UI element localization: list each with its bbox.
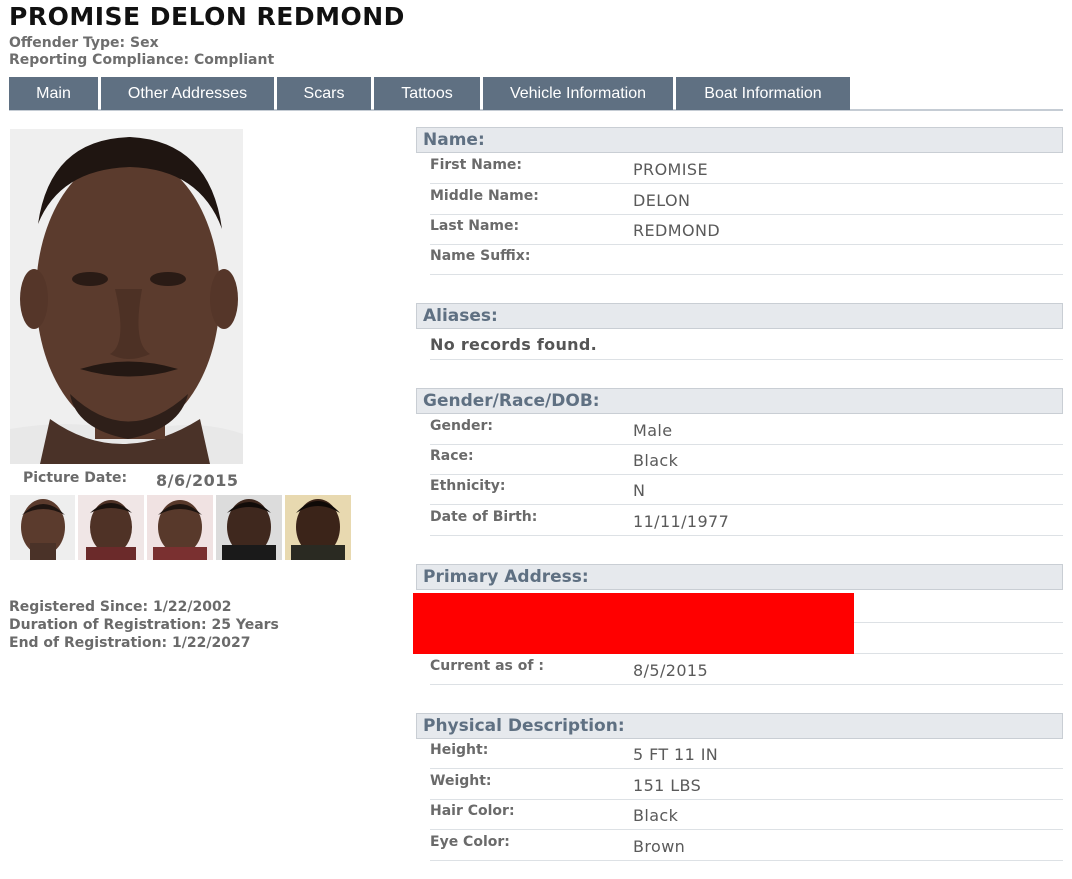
section-title: Primary Address:: [423, 567, 589, 587]
field-value: Black: [633, 806, 679, 825]
field-label: Gender:: [430, 418, 493, 434]
section-aliases-header: Aliases:: [416, 303, 1063, 329]
field-label: Last Name:: [430, 218, 520, 234]
field-value: Male: [633, 421, 673, 440]
tab-bar: Main Other Addresses Scars Tattoos Vehic…: [9, 77, 1063, 111]
section-title: Physical Description:: [423, 716, 625, 736]
registration-duration: Duration of Registration: 25 Years: [9, 617, 279, 633]
field-middle-name: Middle Name: DELON: [430, 185, 1063, 215]
registered-since: Registered Since: 1/22/2002: [9, 599, 232, 615]
photo-thumbnail[interactable]: [216, 495, 282, 560]
section-title: Aliases:: [423, 306, 498, 326]
field-value: PROMISE: [633, 160, 708, 179]
registration-end: End of Registration: 1/22/2027: [9, 635, 251, 651]
field-ethnicity: Ethnicity: N: [430, 475, 1063, 505]
field-height: Height: 5 FT 11 IN: [430, 739, 1063, 769]
field-label: Eye Color:: [430, 834, 510, 850]
field-weight: Weight: 151 LBS: [430, 770, 1063, 800]
photo-thumbnail[interactable]: [78, 495, 144, 560]
field-value: REDMOND: [633, 221, 721, 240]
tab-main[interactable]: Main: [9, 77, 98, 110]
section-name-header: Name:: [416, 127, 1063, 153]
offender-name: PROMISE DELON REDMOND: [9, 2, 405, 31]
offender-photo: [10, 129, 243, 464]
field-value: 151 LBS: [633, 776, 702, 795]
field-label: Current as of :: [430, 658, 544, 674]
field-label: Date of Birth:: [430, 509, 538, 525]
field-label: Race:: [430, 448, 474, 464]
field-label: Ethnicity:: [430, 478, 506, 494]
offender-type: Offender Type: Sex: [9, 35, 159, 51]
field-label: First Name:: [430, 157, 523, 173]
field-name-suffix: Name Suffix:: [430, 245, 1063, 275]
field-gender: Gender: Male: [430, 415, 1063, 445]
no-records-message: No records found.: [430, 335, 597, 354]
field-hair-color: Hair Color: Black: [430, 800, 1063, 830]
aliases-row: No records found.: [430, 330, 1063, 360]
field-value: Black: [633, 451, 679, 470]
section-title: Gender/Race/DOB:: [423, 391, 600, 411]
field-label: Hair Color:: [430, 803, 515, 819]
tab-boat-information[interactable]: Boat Information: [676, 77, 850, 110]
reporting-compliance: Reporting Compliance: Compliant: [9, 52, 275, 68]
photo-thumbnail[interactable]: [147, 495, 213, 560]
picture-date: 8/6/2015: [156, 471, 239, 490]
field-value: Brown: [633, 837, 686, 856]
field-first-name: First Name: PROMISE: [430, 154, 1063, 184]
section-address-header: Primary Address:: [416, 564, 1063, 590]
picture-date-label: Picture Date:: [23, 470, 128, 486]
field-label: Name Suffix:: [430, 248, 531, 264]
field-label: Weight:: [430, 773, 492, 789]
photo-thumbnail[interactable]: [285, 495, 351, 560]
field-eye-color: Eye Color: Brown: [430, 831, 1063, 861]
field-last-name: Last Name: REDMOND: [430, 215, 1063, 245]
field-label: Middle Name:: [430, 188, 539, 204]
tab-other-addresses[interactable]: Other Addresses: [101, 77, 274, 110]
section-physical-header: Physical Description:: [416, 713, 1063, 739]
field-race: Race: Black: [430, 445, 1063, 475]
field-value: DELON: [633, 191, 691, 210]
photo-thumbnail[interactable]: [10, 495, 75, 560]
field-date-of-birth: Date of Birth: 11/11/1977: [430, 506, 1063, 536]
field-value: 8/5/2015: [633, 661, 709, 680]
field-value: 5 FT 11 IN: [633, 745, 719, 764]
field-value: N: [633, 481, 646, 500]
field-label: Height:: [430, 742, 489, 758]
field-current-as-of: Current as of : 8/5/2015: [430, 655, 1063, 685]
tab-vehicle-information[interactable]: Vehicle Information: [483, 77, 673, 110]
tab-tattoos[interactable]: Tattoos: [374, 77, 480, 110]
field-value: 11/11/1977: [633, 512, 730, 531]
address-redaction: [413, 593, 854, 654]
section-title: Name:: [423, 130, 485, 150]
tab-scars[interactable]: Scars: [277, 77, 371, 110]
section-gender-header: Gender/Race/DOB:: [416, 388, 1063, 414]
